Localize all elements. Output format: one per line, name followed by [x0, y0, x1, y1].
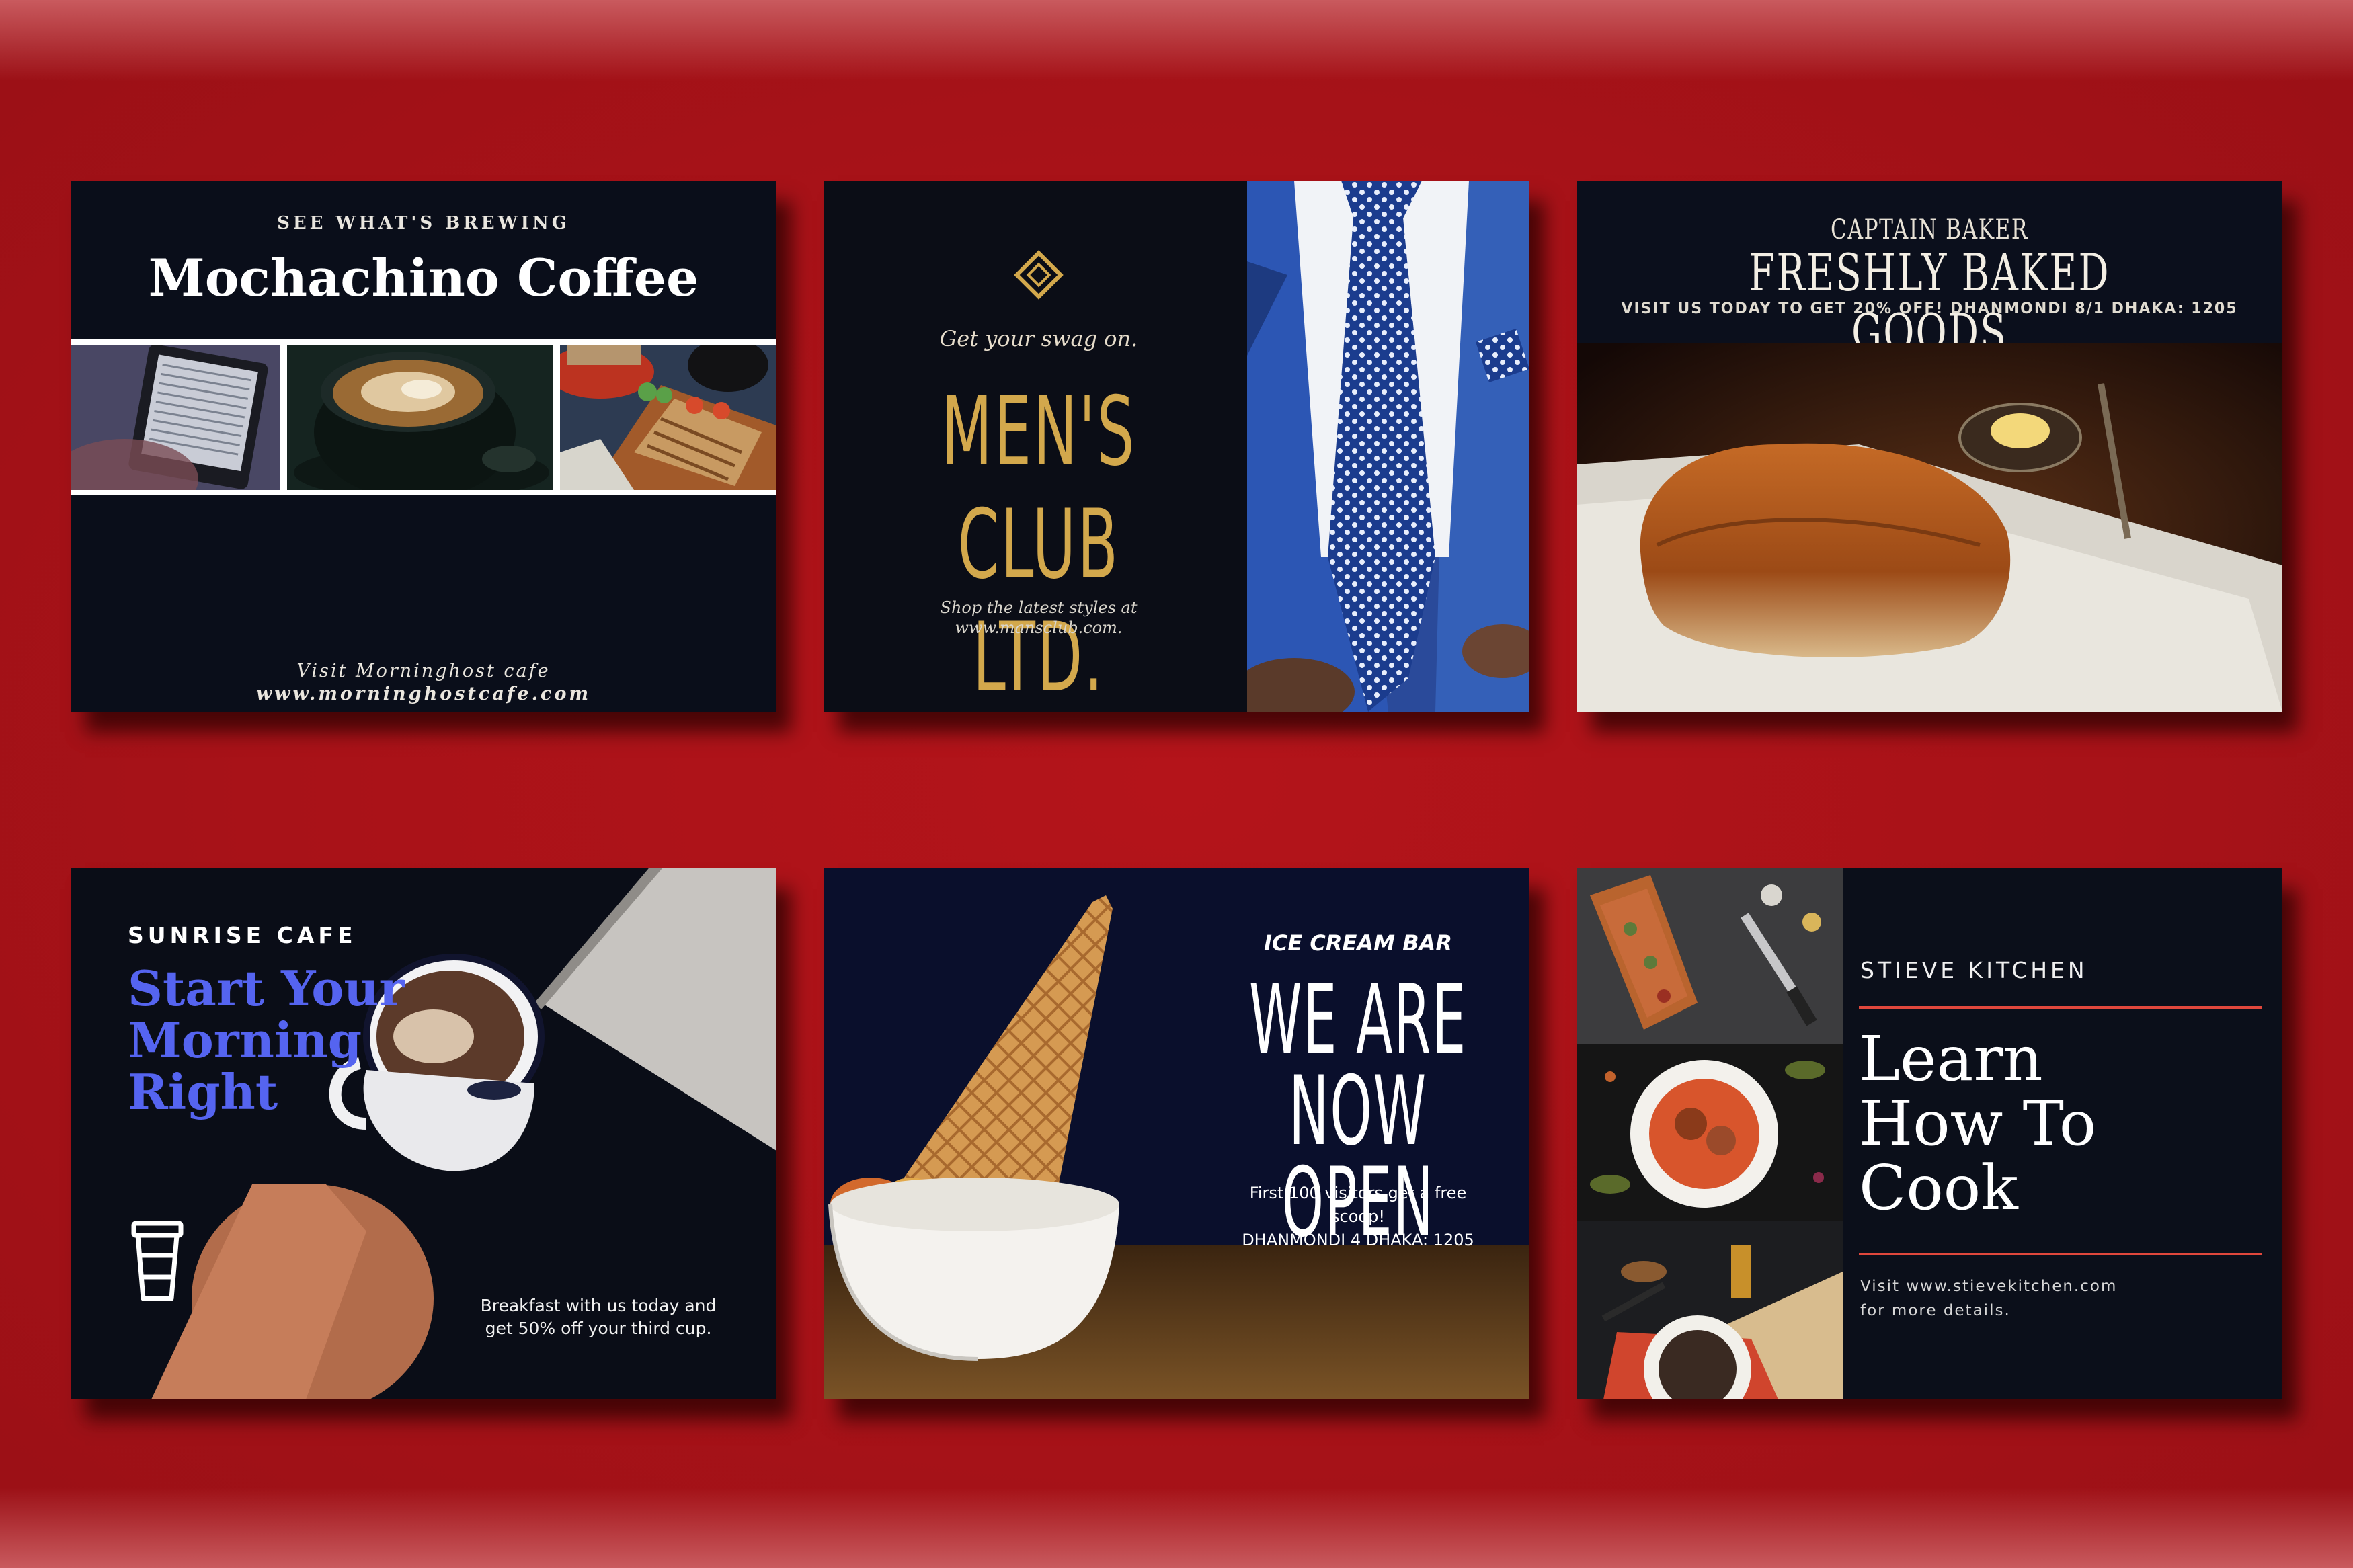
baker-kicker: CAPTAIN BAKER: [1831, 214, 2028, 245]
photo-ereader: [71, 345, 280, 490]
sunrise-offer-line1: Breakfast with us today and: [480, 1296, 717, 1315]
baker-subtitle: VISIT US TODAY TO GET 20% OFF! DHANMONDI…: [1621, 300, 2238, 317]
mens-club-shop-url: www.mansclub.com.: [955, 618, 1123, 637]
ice-cream-offer-line2: scoop!: [1331, 1207, 1385, 1226]
kitchen-headline-line2: How To: [1859, 1087, 2097, 1159]
background-bottom-glow: [0, 1487, 2353, 1568]
ice-cream-offer-line1: First 100 visitors get a free: [1249, 1184, 1467, 1202]
card-ice-cream-bar[interactable]: ICE CREAM BAR WE ARE NOW OPEN First 100 …: [824, 868, 1529, 1399]
coffee-kicker: SEE WHAT'S BREWING: [277, 213, 570, 233]
kitchen-headline: Learn How To Cook: [1859, 1027, 2276, 1221]
photo-coffee-cup: [287, 345, 553, 490]
kitchen-footer-line2: for more details.: [1860, 1302, 2011, 1319]
background-top-glow: [0, 0, 2353, 81]
kitchen-divider-top: [1859, 1006, 2262, 1009]
mens-club-shop-text: Shop the latest styles at www.mansclub.c…: [824, 597, 1254, 638]
kitchen-footer-url: Visit www.stievekitchen.com: [1860, 1278, 2118, 1295]
mens-club-headline: MEN'S CLUB LTD.: [906, 376, 1172, 712]
card-captain-baker[interactable]: CAPTAIN BAKER FRESHLY BAKED GOODS VISIT …: [1577, 181, 2282, 712]
photo-bread-loaf: [1577, 343, 2282, 712]
kitchen-brand: STIEVE KITCHEN: [1860, 957, 2088, 983]
card-mochachino-coffee[interactable]: SEE WHAT'S BREWING Mochachino Coffee Vis…: [71, 181, 776, 712]
ice-cream-address: DHANMONDI 4 DHAKA: 1205: [1242, 1231, 1474, 1249]
photo-suit-tie: [1247, 181, 1529, 712]
card-sunrise-cafe[interactable]: SUNRISE CAFE Start Your Morning Right Br…: [71, 868, 776, 1399]
ice-cream-offer-text: First 100 visitors get a free scoop! DHA…: [1173, 1182, 1529, 1252]
photo-grid-food: [1577, 868, 1843, 1399]
coffee-footer-url: www.morninghostcafe.com: [255, 684, 592, 704]
sunrise-headline: Start Your Morning Right: [128, 960, 405, 1120]
card-stieve-kitchen[interactable]: STIEVE KITCHEN Learn How To Cook Visit w…: [1577, 868, 2282, 1399]
kitchen-headline-line3: Cook: [1859, 1152, 2018, 1224]
sunrise-offer-line2: get 50% off your third cup.: [485, 1319, 712, 1338]
kitchen-divider-bottom: [1859, 1253, 2262, 1255]
sunrise-brand: SUNRISE CAFE: [128, 922, 357, 948]
photo-toast-plate: [560, 345, 776, 490]
coffee-footer-line1: Visit Morninghost cafe: [296, 661, 551, 682]
mens-club-shop-line1: Shop the latest styles at: [940, 598, 1138, 617]
card-mens-club[interactable]: Get your swag on. MEN'S CLUB LTD. Shop t…: [824, 181, 1529, 712]
mens-club-headline-line1: MEN'S CLUB: [941, 376, 1136, 600]
coffee-cup-icon: [131, 1221, 184, 1301]
coffee-title: Mochachino Coffee: [148, 248, 699, 308]
kitchen-headline-line1: Learn: [1859, 1023, 2043, 1095]
ice-cream-headline-line1: WE ARE: [1248, 964, 1468, 1075]
kitchen-footer: Visit www.stievekitchen.com for more det…: [1860, 1274, 2117, 1323]
coffee-photo-strip: [71, 339, 776, 495]
sunrise-offer-text: Breakfast with us today and get 50% off …: [454, 1294, 743, 1340]
ice-cream-kicker: ICE CREAM BAR: [1264, 930, 1452, 956]
mens-club-tagline: Get your swag on.: [939, 326, 1138, 352]
